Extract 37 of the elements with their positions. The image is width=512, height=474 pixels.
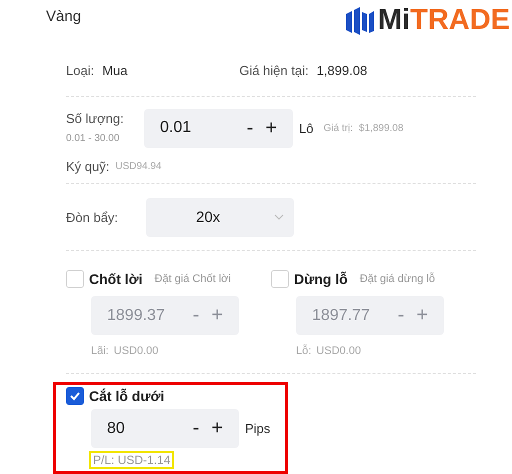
pl-text: P/L: USD-1.14: [89, 451, 174, 469]
result-value: USD0.00: [114, 345, 158, 357]
margin-value: USD94.94: [115, 161, 162, 172]
pips-input[interactable]: 80: [107, 420, 187, 438]
worth-value: $1,899.08: [358, 122, 404, 134]
worth-label: Giá trị:: [323, 122, 353, 134]
logo-text: TRADE: [410, 4, 510, 37]
result-value: USD0.00: [316, 345, 361, 357]
unit-label: Lô: [299, 120, 314, 136]
result-label: Lãi:: [91, 345, 109, 357]
margin-label: Ký quỹ:: [66, 159, 110, 174]
quantity-value[interactable]: 0.01: [160, 119, 241, 137]
order-label: Chốt lời: [89, 271, 142, 287]
price-label: Giá hiện tại:: [239, 62, 309, 78]
unit-label: Pips: [245, 421, 270, 436]
quantity-label: Số lượng:: [66, 111, 124, 126]
plus-button[interactable]: +: [259, 116, 283, 140]
check-icon: [69, 390, 81, 402]
quantity-range: 0.01 - 30.00: [66, 133, 120, 144]
order-label: Dừng lỗ: [294, 271, 348, 287]
page-title: Vàng: [46, 8, 82, 25]
trailing-stop-label: Cắt lỗ dưới: [89, 388, 164, 404]
leverage-label: Đòn bẩy:: [66, 210, 120, 224]
price-value: 1,899.08: [316, 62, 368, 78]
chevron-down-icon: [274, 214, 284, 220]
minus-button[interactable]: -: [186, 417, 206, 440]
order-hint: Đặt giá dừng lỗ: [360, 273, 435, 285]
type-label: Loại:: [66, 62, 94, 78]
plus-button[interactable]: +: [205, 417, 229, 440]
checkbox[interactable]: [66, 387, 84, 405]
type-value: Mua: [102, 62, 128, 78]
logo-text: Mi: [378, 4, 410, 37]
leverage-select[interactable]: 20x: [146, 198, 294, 236]
order-hint: Đặt giá Chốt lời: [154, 273, 231, 285]
logo-icon: [344, 6, 375, 36]
minus-button[interactable]: -: [240, 116, 260, 140]
result-label: Lỗ:: [296, 345, 312, 357]
